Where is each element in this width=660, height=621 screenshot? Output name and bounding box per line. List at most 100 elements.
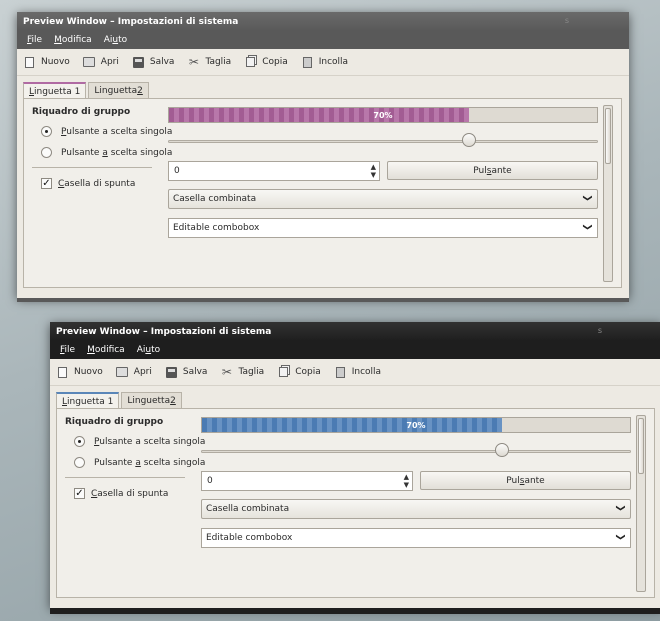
spin-arrows-icon[interactable]: ▲ ▼ <box>404 473 409 489</box>
incolla-label: Incolla <box>351 367 382 377</box>
taglia-button[interactable]: ✂ Taglia <box>220 365 264 379</box>
tab-panel: Riquadro di gruppo Pulsante a scelta sin… <box>23 98 622 288</box>
menu-file[interactable]: File <box>21 35 48 45</box>
tab-panel: Riquadro di gruppo Pulsante a scelta sin… <box>56 408 655 598</box>
menu-aiuto[interactable]: Aiuto <box>98 35 133 45</box>
new-document-icon <box>23 56 36 68</box>
copy-icon <box>277 366 290 378</box>
nuovo-button[interactable]: Nuovo <box>56 366 103 378</box>
menu-file[interactable]: File <box>54 345 81 355</box>
progress-label: 70% <box>373 110 393 120</box>
radio-option-2[interactable]: Pulsante a scelta singola <box>41 147 172 158</box>
chevron-down-icon: ❯ <box>615 533 626 541</box>
vertical-scrollbar[interactable] <box>603 105 613 282</box>
menu-bar: File Modifica Aiuto <box>17 31 629 49</box>
progress-bar: 70% <box>201 417 631 433</box>
radio-option-1[interactable]: Pulsante a scelta singola <box>41 126 172 137</box>
save-disk-icon <box>165 366 178 378</box>
apri-label: Apri <box>100 57 119 67</box>
editable-combo-box[interactable]: Editable combobox ❯ <box>201 528 631 548</box>
combo-box-value: Casella combinata <box>173 194 257 204</box>
scrollbar-thumb[interactable] <box>638 418 644 474</box>
title-bar-mark: s <box>564 16 569 25</box>
checkbox-checked[interactable]: ✓ <box>41 178 52 189</box>
radio-button-unchecked[interactable] <box>41 147 52 158</box>
taglia-button[interactable]: ✂ Taglia <box>187 55 232 69</box>
combo-box[interactable]: Casella combinata ❯ <box>168 189 598 209</box>
new-document-icon <box>56 366 69 378</box>
incolla-button[interactable]: Incolla <box>334 366 381 378</box>
title-bar-mark: s <box>597 326 602 335</box>
apri-button[interactable]: Apri <box>116 366 152 378</box>
checkbox-row[interactable]: ✓ Casella di spunta <box>41 178 135 189</box>
apri-label: Apri <box>133 367 152 377</box>
combo-box-value: Casella combinata <box>206 504 290 514</box>
checkbox-row[interactable]: ✓ Casella di spunta <box>74 488 168 499</box>
pulsante-button[interactable]: Pul s ante <box>420 471 631 490</box>
tab-bar: Linguetta 1 Linguetta 2 <box>56 392 184 410</box>
combo-box[interactable]: Casella combinata ❯ <box>201 499 631 519</box>
toolbar: Nuovo Apri Salva ✂ Taglia Copia Incolla <box>50 359 660 386</box>
vertical-scrollbar[interactable] <box>636 415 646 592</box>
cut-scissors-icon: ✂ <box>221 365 232 379</box>
group-box-title: Riquadro di gruppo <box>32 107 131 117</box>
editable-combo-box[interactable]: Editable combobox ❯ <box>168 218 598 238</box>
spin-box[interactable]: 0 ▲ ▼ <box>168 161 380 181</box>
slider-track[interactable] <box>201 450 631 453</box>
radio-button-checked[interactable] <box>41 126 52 137</box>
radio-option-2-label: Pulsante a scelta singola <box>94 457 206 468</box>
chevron-down-icon: ❯ <box>582 223 593 231</box>
radio-option-1-label: Pulsante a scelta singola <box>94 436 206 447</box>
nuovo-button[interactable]: Nuovo <box>23 56 70 68</box>
menu-modifica[interactable]: Modifica <box>48 35 98 45</box>
save-disk-icon <box>132 56 145 68</box>
group-separator <box>32 167 152 168</box>
menu-bar: File Modifica Aiuto <box>50 341 660 359</box>
copia-label: Copia <box>295 367 321 377</box>
copia-button[interactable]: Copia <box>277 366 321 378</box>
window-title: Preview Window – Impostazioni di sistema <box>56 326 272 337</box>
salva-button[interactable]: Salva <box>132 56 175 68</box>
cut-scissors-icon: ✂ <box>188 55 199 69</box>
pulsante-button[interactable]: Pul s ante <box>387 161 598 180</box>
window-bottom-edge <box>17 298 629 302</box>
copy-icon <box>244 56 257 68</box>
menu-modifica[interactable]: Modifica <box>81 345 131 355</box>
checkbox-label: Casella di spunta <box>91 488 169 499</box>
checkbox-label: Casella di spunta <box>58 178 136 189</box>
scrollbar-thumb[interactable] <box>605 108 611 164</box>
title-bar[interactable]: Preview Window – Impostazioni di sistema… <box>50 322 660 341</box>
open-folder-icon <box>83 56 96 68</box>
radio-option-2-label: Pulsante a scelta singola <box>61 147 173 158</box>
slider-track[interactable] <box>168 140 598 143</box>
checkbox-checked[interactable]: ✓ <box>74 488 85 499</box>
title-bar[interactable]: Preview Window – Impostazioni di sistema… <box>17 12 629 31</box>
radio-button-checked[interactable] <box>74 436 85 447</box>
salva-label: Salva <box>149 57 175 67</box>
chevron-down-icon: ❯ <box>582 194 593 202</box>
tab-linguetta-2[interactable]: Linguetta 2 <box>88 82 149 98</box>
radio-button-unchecked[interactable] <box>74 457 85 468</box>
nuovo-label: Nuovo <box>41 57 70 67</box>
radio-option-2[interactable]: Pulsante a scelta singola <box>74 457 205 468</box>
copia-button[interactable]: Copia <box>244 56 288 68</box>
slider-handle[interactable] <box>462 133 476 147</box>
spin-arrows-icon[interactable]: ▲ ▼ <box>371 163 376 179</box>
salva-button[interactable]: Salva <box>165 366 208 378</box>
window-bottom-edge <box>50 608 660 614</box>
taglia-label: Taglia <box>205 57 232 67</box>
progress-label: 70% <box>406 420 426 430</box>
tab-linguetta-2[interactable]: Linguetta 2 <box>121 392 182 408</box>
incolla-button[interactable]: Incolla <box>301 56 348 68</box>
menu-aiuto[interactable]: Aiuto <box>131 345 166 355</box>
radio-option-1[interactable]: Pulsante a scelta singola <box>74 436 205 447</box>
group-separator <box>65 477 185 478</box>
apri-button[interactable]: Apri <box>83 56 119 68</box>
slider-handle[interactable] <box>495 443 509 457</box>
progress-bar: 70% <box>168 107 598 123</box>
chevron-down-icon: ❯ <box>615 504 626 512</box>
salva-label: Salva <box>182 367 208 377</box>
preview-window-purple: Preview Window – Impostazioni di sistema… <box>17 12 629 302</box>
copia-label: Copia <box>262 57 288 67</box>
spin-box[interactable]: 0 ▲ ▼ <box>201 471 413 491</box>
